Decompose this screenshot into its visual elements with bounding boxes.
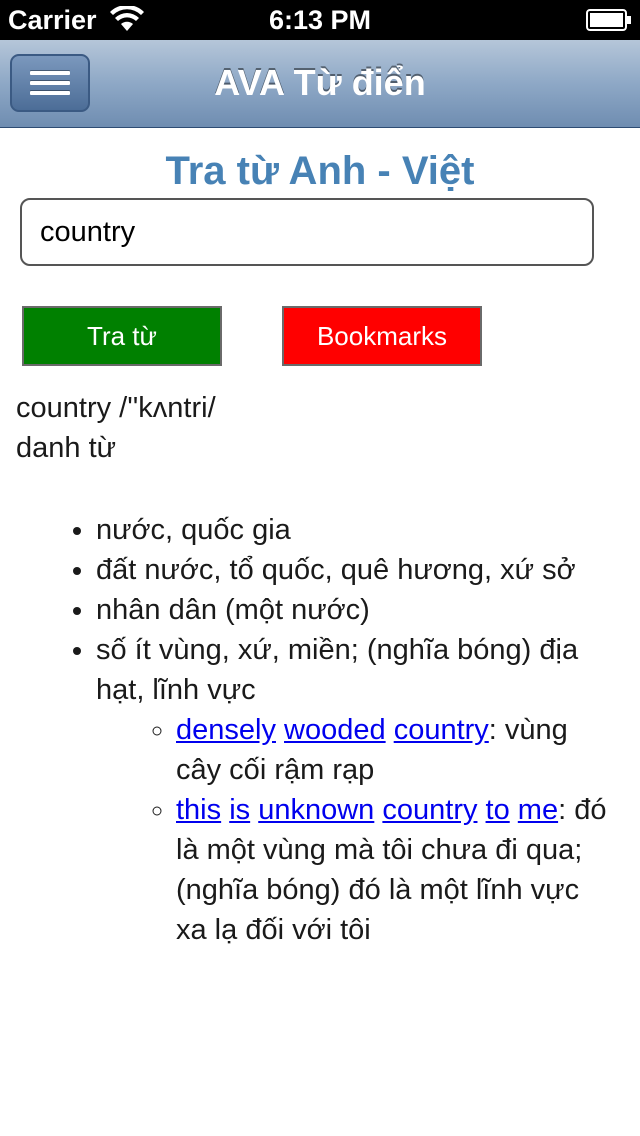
battery-icon <box>586 9 631 31</box>
definition-result: country /''kʌntri/ danh từ nước, quốc gi… <box>16 388 616 986</box>
lookup-button[interactable]: Tra từ <box>22 306 222 366</box>
word-link[interactable]: this <box>176 794 221 826</box>
sense-item: nước, quốc gia <box>96 510 616 550</box>
clock-label: 6:13 PM <box>268 5 372 35</box>
sense-item: số ít vùng, xứ, miền; (nghĩa bóng) địa h… <box>96 630 616 950</box>
word-link[interactable]: to <box>486 794 510 826</box>
sense-list: nước, quốc gia đất nước, tổ quốc, quê hư… <box>16 510 616 950</box>
page-title: Tra từ Anh - Việt <box>165 149 475 193</box>
example-list: densely wooded country: vùng cây cối rậm… <box>96 710 616 950</box>
word-link[interactable]: country <box>394 714 489 746</box>
sense-item: nhân dân (một nước) <box>96 590 616 630</box>
search-input[interactable] <box>20 198 594 266</box>
example-item: this is unknown country to me: đó là một… <box>176 790 616 950</box>
word-link[interactable]: me <box>518 794 558 826</box>
sense-text: số ít vùng, xứ, miền; (nghĩa bóng) địa h… <box>96 634 579 706</box>
example-item: densely wooded country: vùng cây cối rậm… <box>176 710 616 790</box>
status-bar: Carrier 6:13 PM <box>0 0 640 40</box>
word-link[interactable]: is <box>229 794 250 826</box>
app-title: AVA Từ điển <box>214 62 426 103</box>
hamburger-menu-icon <box>30 71 70 95</box>
part-of-speech: danh từ <box>16 432 117 464</box>
word-link[interactable]: wooded <box>284 714 386 746</box>
navigation-bar: AVA Từ điển <box>0 40 640 128</box>
menu-button[interactable] <box>10 54 90 112</box>
word-link[interactable]: densely <box>176 714 276 746</box>
headword-pronunciation: country /''kʌntri/ <box>16 392 216 424</box>
app-screen: Carrier 6:13 PM AVA Từ điển Tra từ Anh -… <box>0 0 640 1136</box>
word-link[interactable]: unknown <box>258 794 374 826</box>
bookmarks-button[interactable]: Bookmarks <box>282 306 482 366</box>
sense-item: đất nước, tổ quốc, quê hương, xứ sở <box>96 550 616 590</box>
word-link[interactable]: country <box>382 794 477 826</box>
